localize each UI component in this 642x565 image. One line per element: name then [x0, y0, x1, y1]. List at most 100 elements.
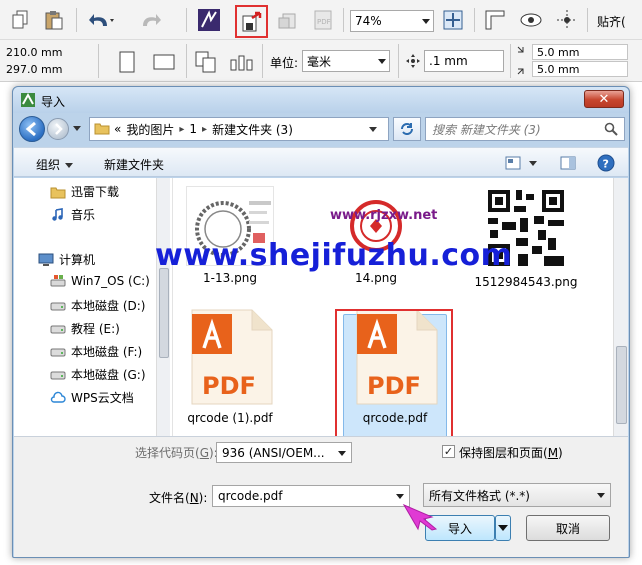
export-icon[interactable]: [275, 8, 301, 32]
address-dropdown-icon[interactable]: [369, 127, 377, 132]
nav-item-label: 本地磁盘 (D:): [71, 299, 146, 313]
pointer-arrow-icon: [402, 503, 438, 531]
chevron-right-icon[interactable]: ▸: [179, 124, 184, 135]
publish-pdf-icon[interactable]: PDF: [310, 8, 336, 32]
nav-scroll-thumb[interactable]: [159, 268, 169, 358]
preview-pane-icon[interactable]: [559, 154, 577, 172]
import-highlight: [235, 5, 268, 38]
landscape-icon[interactable]: [150, 50, 178, 74]
back-arrow-icon: [25, 121, 36, 137]
portrait-icon[interactable]: [114, 48, 140, 76]
paste-icon[interactable]: [42, 8, 66, 32]
help-icon[interactable]: ?: [596, 153, 616, 173]
search-icon[interactable]: [604, 122, 618, 139]
nav-scrollbar[interactable]: [156, 178, 170, 436]
filename-input[interactable]: qrcode.pdf: [212, 485, 410, 507]
duplicate-y-field[interactable]: 5.0 mm: [532, 61, 628, 77]
property-bar: 210.0 mm 297.0 mm 单位: 毫米 .1 mm 5.0 mm 5.…: [0, 40, 642, 82]
address-bar[interactable]: « 我的图片 ▸ 1 ▸ 新建文件夹 (3): [89, 117, 389, 141]
page-width-field[interactable]: 210.0 mm: [2, 44, 88, 60]
current-page-icon[interactable]: [228, 48, 256, 76]
address-part-pictures[interactable]: 我的图片: [126, 121, 174, 138]
refresh-icon: [401, 123, 413, 135]
forward-button[interactable]: [47, 118, 69, 140]
duplicate-y-value: 5.0 mm: [537, 62, 580, 76]
nav-item-label: 迅雷下载: [71, 185, 120, 199]
view-options-icon[interactable]: [504, 154, 522, 172]
full-screen-icon[interactable]: [440, 8, 466, 32]
duplicate-y-icon: [515, 61, 531, 77]
back-button[interactable]: [19, 116, 45, 142]
nav-item-label: 计算机: [59, 253, 96, 267]
codepage-select[interactable]: 936 (ANSI/OEM...: [216, 442, 352, 463]
refresh-button[interactable]: [393, 117, 421, 141]
chevron-right-icon[interactable]: ▸: [202, 124, 207, 135]
svg-text:?: ?: [603, 158, 609, 171]
nav-item-drive-g[interactable]: 本地磁盘 (G:): [50, 366, 146, 383]
drive-icon: [50, 345, 66, 359]
nav-item-drive-c[interactable]: Win7_OS (C:): [50, 274, 150, 288]
organize-button[interactable]: 组织: [36, 156, 74, 173]
file-scrollbar[interactable]: [613, 178, 628, 436]
import-button-label: 导入: [447, 521, 472, 536]
nav-item-label: 本地磁盘 (F:): [71, 345, 143, 359]
duplicate-x-field[interactable]: 5.0 mm: [532, 44, 628, 60]
import-options-dropdown[interactable]: [495, 515, 511, 541]
filename-accel: N: [189, 491, 199, 505]
nav-item-thunder-downloads[interactable]: 迅雷下载: [50, 183, 119, 200]
zoom-combo[interactable]: 74%: [350, 10, 434, 32]
page-width-value: 210.0 mm: [6, 45, 63, 59]
codepage-label-text: 选择代码页(: [135, 446, 200, 460]
filename-label: 文件名(N):: [149, 489, 207, 506]
recent-locations-dropdown[interactable]: [73, 126, 81, 131]
nudge-field[interactable]: .1 mm: [424, 50, 504, 72]
filename-label-end: ):: [198, 491, 208, 505]
nav-item-drive-d[interactable]: 本地磁盘 (D:): [50, 297, 145, 314]
nav-item-music[interactable]: 音乐: [50, 206, 95, 223]
search-input[interactable]: 搜索 新建文件夹 (3): [425, 117, 625, 141]
keep-layers-label[interactable]: 保持图层和页面(M): [459, 444, 563, 461]
units-combo[interactable]: 毫米: [302, 50, 390, 72]
nav-item-computer[interactable]: 计算机: [38, 251, 95, 268]
snap-to-label[interactable]: 贴齐(: [597, 13, 626, 30]
file-item[interactable]: PDF qrcode (1).pdf: [175, 308, 285, 426]
view-dropdown-icon[interactable]: [529, 161, 537, 166]
new-folder-button[interactable]: 新建文件夹: [104, 156, 164, 173]
nav-item-label: Win7_OS (C:): [71, 274, 150, 288]
nav-item-drive-f[interactable]: 本地磁盘 (F:): [50, 343, 142, 360]
filename-value: qrcode.pdf: [218, 489, 283, 503]
duplicate-x-icon: [515, 44, 531, 60]
page-height-field[interactable]: 297.0 mm: [2, 61, 88, 77]
cancel-button[interactable]: 取消: [526, 515, 610, 541]
dialog-titlebar[interactable]: 导入 ✕: [13, 87, 629, 113]
address-part-1[interactable]: 1: [189, 122, 197, 136]
address-part-folder[interactable]: 新建文件夹 (3): [212, 121, 293, 138]
close-button[interactable]: ✕: [584, 90, 624, 108]
cancel-button-label: 取消: [555, 521, 580, 536]
file-name: 1512984543.png: [474, 275, 578, 289]
all-pages-icon[interactable]: [192, 48, 220, 76]
import-dialog: 导入 ✕ « 我的图片 ▸ 1 ▸ 新建文件夹 (3) 搜索 新建文件夹 (3): [12, 86, 630, 558]
drive-icon: [50, 299, 66, 313]
corel-connect-icon[interactable]: [196, 7, 222, 33]
keep-layers-accel: M: [547, 446, 559, 460]
undo-icon[interactable]: [86, 8, 116, 32]
address-overflow[interactable]: «: [114, 122, 121, 136]
nudge-icon: [404, 52, 422, 70]
filename-label-text: 文件名(: [149, 491, 190, 505]
rulers-icon[interactable]: [482, 8, 508, 32]
file-type-select[interactable]: 所有文件格式 (*.*): [423, 483, 611, 507]
nav-item-wps-cloud[interactable]: WPS云文档: [50, 389, 134, 406]
copy-icon[interactable]: [10, 8, 34, 32]
pdf-thumbnail: PDF: [186, 308, 274, 406]
keep-layers-checkbox[interactable]: ✓: [442, 445, 455, 458]
nav-item-drive-e[interactable]: 教程 (E:): [50, 320, 120, 337]
redo-icon[interactable]: [136, 8, 166, 32]
file-scroll-thumb[interactable]: [616, 346, 627, 424]
svg-text:PDF: PDF: [202, 372, 256, 400]
chevron-down-icon: [498, 525, 508, 531]
guidelines-icon[interactable]: [554, 8, 580, 32]
navigation-pane: 迅雷下载 音乐 计算机 Win7_OS (C:) 本地磁盘 (D:) 教程 (E…: [14, 178, 172, 436]
site-watermark: www.shejifuzhu.com: [155, 238, 513, 273]
view-eye-icon[interactable]: [518, 8, 544, 32]
